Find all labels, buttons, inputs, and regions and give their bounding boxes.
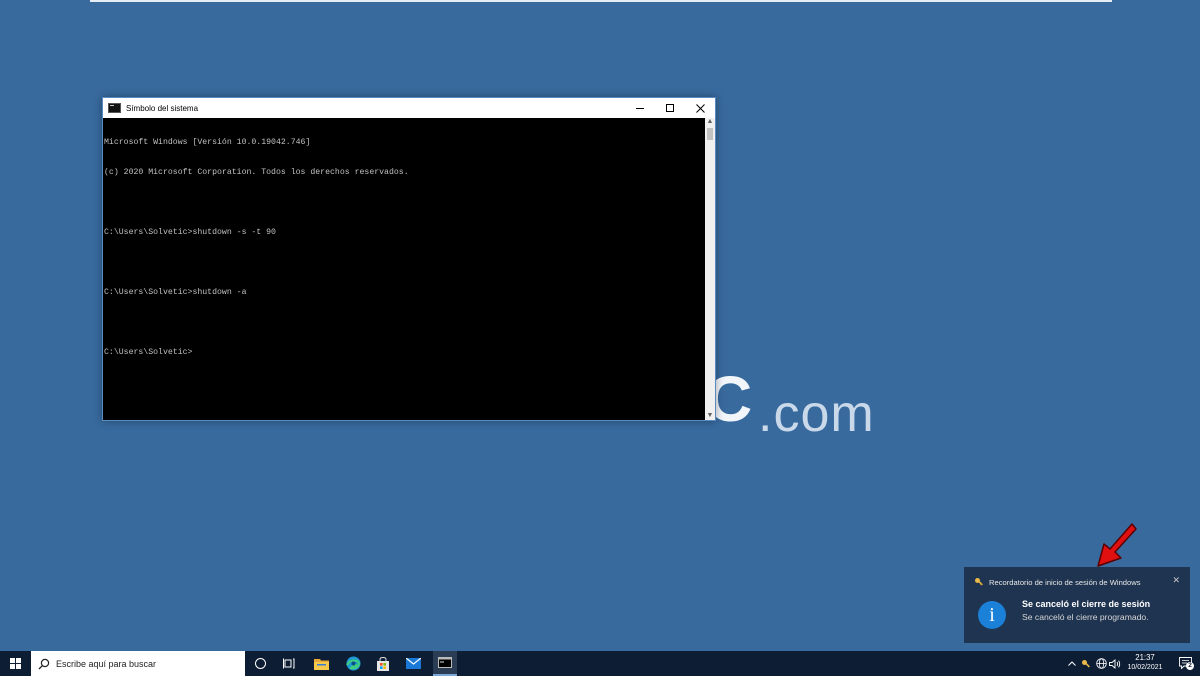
maximize-icon xyxy=(666,104,674,112)
windows-logo-icon xyxy=(9,658,21,669)
clock-time: 21:37 xyxy=(1135,653,1155,662)
taskbar-clock[interactable]: 21:37 10/02/2021 xyxy=(1120,653,1170,673)
window-title: Símbolo del sistema xyxy=(126,103,199,113)
command-prompt-taskbar-button[interactable] xyxy=(433,651,457,676)
red-arrow-icon xyxy=(1097,523,1137,567)
close-icon xyxy=(695,103,705,113)
file-explorer-button[interactable] xyxy=(309,651,333,676)
scroll-up-icon[interactable]: ▲ xyxy=(705,118,715,126)
cortana-button[interactable] xyxy=(248,651,272,676)
console-output[interactable]: Microsoft Windows [Versión 10.0.19042.74… xyxy=(103,118,705,420)
console-prompt: C:\Users\Solvetic> xyxy=(104,348,193,357)
mail-button[interactable] xyxy=(401,651,425,676)
file-explorer-icon xyxy=(313,658,329,670)
toast-notification[interactable]: Recordatorio de inicio de sesión de Wind… xyxy=(964,567,1190,643)
minimize-icon xyxy=(636,107,644,109)
task-view-icon xyxy=(283,658,295,669)
search-icon xyxy=(38,658,50,669)
vertical-scrollbar[interactable]: ▲ ▼ xyxy=(705,118,715,420)
edge-icon xyxy=(345,656,360,671)
command-prompt-window[interactable]: Símbolo del sistema Microsoft Windows [V… xyxy=(102,97,716,421)
key-icon xyxy=(1082,659,1090,668)
start-button[interactable] xyxy=(0,651,30,676)
minimize-button[interactable] xyxy=(625,98,655,118)
mail-icon xyxy=(405,658,421,669)
console-line: C:\Users\Solvetic>shutdown -s -t 90 xyxy=(104,228,276,237)
toast-app-name: Recordatorio de inicio de sesión de Wind… xyxy=(989,577,1141,587)
task-view-button[interactable] xyxy=(277,651,301,676)
console-line: Microsoft Windows [Versión 10.0.19042.74… xyxy=(104,138,311,147)
console-line: C:\Users\Solvetic>shutdown -a xyxy=(104,288,247,297)
info-icon: i xyxy=(978,601,1006,629)
chevron-up-icon xyxy=(1068,661,1076,666)
key-icon xyxy=(975,578,983,586)
taskbar: Escribe aquí para buscar 21:37 10/02/202… xyxy=(0,651,1200,676)
network-tray-button[interactable] xyxy=(1094,651,1108,676)
toast-header: Recordatorio de inicio de sesión de Wind… xyxy=(964,575,1190,589)
close-button[interactable] xyxy=(685,98,715,118)
cortana-icon xyxy=(254,658,266,669)
command-prompt-icon xyxy=(438,657,452,668)
store-button[interactable] xyxy=(371,651,395,676)
toast-body: Se canceló el cierre programado. xyxy=(1022,612,1149,622)
scroll-down-icon[interactable]: ▼ xyxy=(705,412,715,420)
notification-count-badge: 2 xyxy=(1186,662,1194,670)
cmd-app-icon xyxy=(108,103,121,113)
wallpaper-logo-suffix: .com xyxy=(758,385,875,443)
login-reminder-tray-button[interactable] xyxy=(1080,651,1092,676)
show-hidden-icons-button[interactable] xyxy=(1066,651,1078,676)
window-titlebar[interactable]: Símbolo del sistema xyxy=(103,98,715,118)
taskbar-search-box[interactable]: Escribe aquí para buscar xyxy=(31,651,245,676)
edge-button[interactable] xyxy=(341,651,365,676)
top-divider xyxy=(90,0,1112,2)
close-icon[interactable]: ✕ xyxy=(1172,575,1180,586)
search-placeholder: Escribe aquí para buscar xyxy=(56,658,157,669)
toast-title: Se canceló el cierre de sesión xyxy=(1022,599,1151,609)
scroll-thumb[interactable] xyxy=(707,128,713,140)
globe-icon xyxy=(1095,658,1107,669)
console-line: (c) 2020 Microsoft Corporation. Todos lo… xyxy=(104,168,409,177)
store-icon xyxy=(377,656,389,671)
clock-date: 10/02/2021 xyxy=(1127,664,1163,671)
maximize-button[interactable] xyxy=(655,98,685,118)
